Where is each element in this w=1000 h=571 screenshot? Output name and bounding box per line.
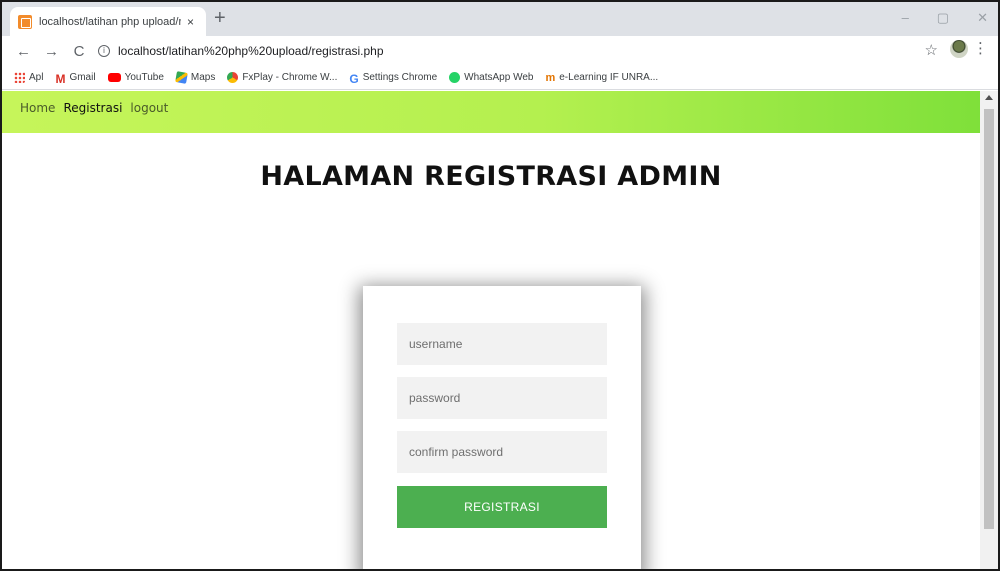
password-input[interactable]	[397, 377, 607, 419]
bookmark-youtube[interactable]: YouTube	[107, 72, 164, 83]
window-controls: – ▢ ✕	[902, 10, 988, 26]
tab-title: localhost/latihan php upload/regi	[39, 15, 181, 28]
browser-menu-icon[interactable]: ⋮	[973, 39, 988, 57]
new-tab-button[interactable]: +	[214, 8, 226, 28]
close-window-icon[interactable]: ✕	[977, 10, 988, 26]
registration-form: REGISTRASI	[363, 286, 641, 569]
nav-link-logout[interactable]: logout	[130, 101, 168, 115]
registrasi-button[interactable]: REGISTRASI	[397, 486, 607, 528]
bookmark-label: Maps	[190, 72, 216, 83]
browser-tab[interactable]: localhost/latihan php upload/regi ×	[10, 7, 206, 36]
elearning-icon: m	[545, 72, 556, 84]
bookmark-gmail[interactable]: M Gmail	[55, 72, 96, 86]
bookmark-star-icon[interactable]: ☆	[925, 41, 938, 59]
reload-icon[interactable]: C	[72, 43, 86, 60]
bookmark-apps[interactable]: Apl	[14, 72, 43, 83]
bookmark-elearning[interactable]: m e-Learning IF UNRA...	[545, 72, 659, 84]
youtube-icon	[107, 73, 121, 82]
chrome-icon	[227, 72, 239, 83]
bookmark-fxplay[interactable]: FxPlay - Chrome W...	[227, 72, 337, 83]
confirm-password-input[interactable]	[397, 431, 607, 473]
username-input[interactable]	[397, 323, 607, 365]
minimize-icon[interactable]: –	[902, 10, 909, 26]
bookmarks-bar: Apl M Gmail YouTube Maps FxPlay - Chrome…	[2, 66, 998, 90]
site-navbar: Home Registrasi logout	[2, 91, 980, 133]
forward-icon[interactable]: →	[44, 43, 59, 60]
nav-link-registrasi[interactable]: Registrasi	[63, 101, 122, 115]
gmail-icon: M	[55, 72, 66, 86]
bookmark-settings-chrome[interactable]: G Settings Chrome	[349, 72, 438, 86]
back-icon[interactable]: ←	[16, 43, 31, 60]
nav-link-home[interactable]: Home	[20, 101, 55, 115]
bookmark-label: FxPlay - Chrome W...	[242, 72, 338, 83]
apps-grid-icon	[14, 72, 25, 83]
tab-close-icon[interactable]: ×	[187, 15, 194, 29]
page-scrollbar[interactable]	[980, 91, 998, 569]
bookmark-label: WhatsApp Web	[464, 72, 534, 83]
page-title: HALAMAN REGISTRASI ADMIN	[260, 161, 722, 192]
scrollbar-thumb[interactable]	[984, 109, 994, 529]
page-viewport: Home Registrasi logout HALAMAN REGISTRAS…	[2, 91, 980, 569]
url-text[interactable]: localhost/latihan%20php%20upload/registr…	[118, 44, 384, 58]
bookmark-label: Apl	[29, 72, 44, 83]
google-icon: G	[349, 72, 359, 86]
profile-avatar[interactable]	[950, 40, 968, 58]
bookmark-maps[interactable]: Maps	[175, 71, 216, 84]
bookmark-label: YouTube	[124, 72, 164, 83]
browser-window: localhost/latihan php upload/regi × + – …	[0, 0, 1000, 571]
address-bar[interactable]: i localhost/latihan%20php%20upload/regis…	[98, 40, 938, 62]
scroll-up-arrow-icon[interactable]	[985, 95, 993, 100]
favicon-icon	[18, 14, 32, 29]
tab-strip: localhost/latihan php upload/regi × + – …	[2, 2, 998, 36]
maps-icon	[175, 71, 188, 84]
bookmark-label: Settings Chrome	[362, 72, 438, 83]
site-info-icon[interactable]: i	[98, 45, 110, 57]
bookmark-label: e-Learning IF UNRA...	[559, 72, 659, 83]
bookmark-whatsapp[interactable]: WhatsApp Web	[449, 72, 533, 83]
browser-toolbar: ← → C i localhost/latihan%20php%20upload…	[2, 36, 998, 66]
bookmark-label: Gmail	[69, 72, 96, 83]
whatsapp-icon	[449, 72, 461, 83]
maximize-icon[interactable]: ▢	[937, 10, 949, 26]
